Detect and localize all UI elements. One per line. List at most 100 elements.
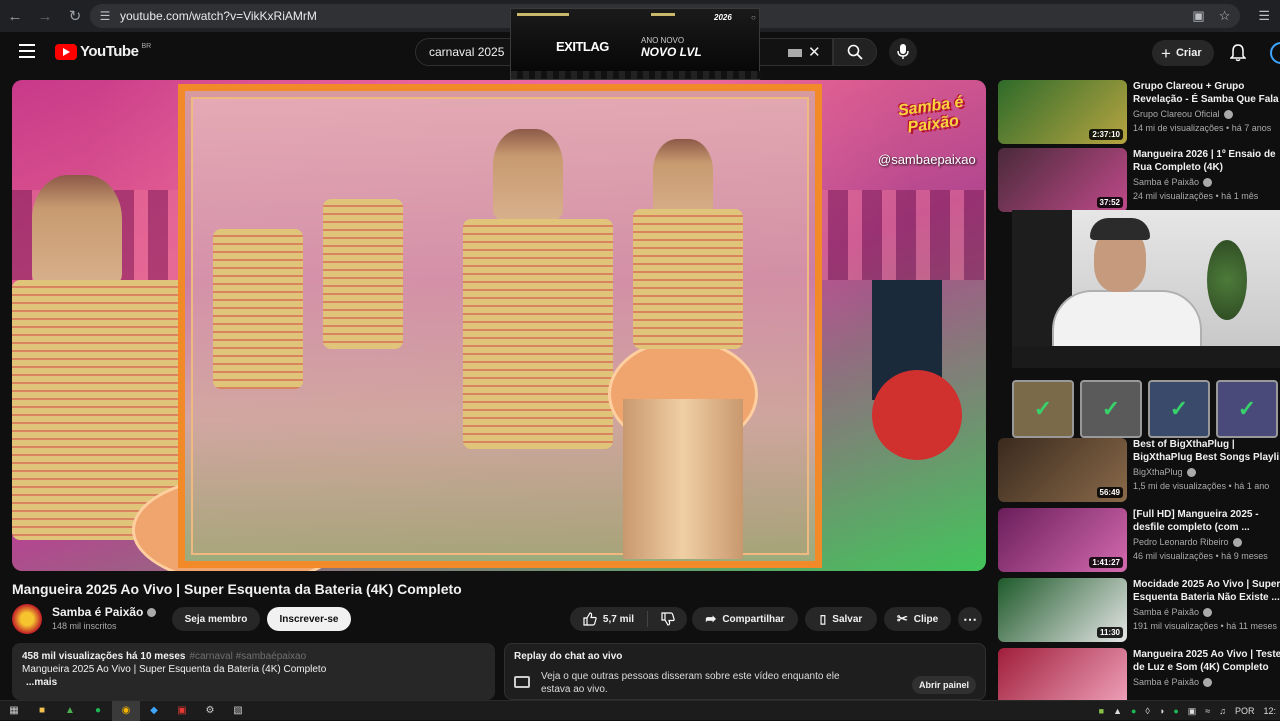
video-shirt xyxy=(633,209,743,349)
youtube-logo[interactable]: YouTube BR xyxy=(55,43,151,60)
app-icon[interactable]: ◆ xyxy=(140,701,168,721)
like-dislike-group: 5,7 mil xyxy=(570,607,687,631)
share-button[interactable]: ➦ Compartilhar xyxy=(692,607,798,631)
subscriber-count: 148 mil inscritos xyxy=(52,621,117,631)
save-button[interactable]: ▯ Salvar xyxy=(805,607,877,631)
recommendation-title[interactable]: Mangueira 2026 | 1º Ensaio de Rua Comple… xyxy=(1133,148,1280,174)
recommendation-card[interactable]: 1:41:27 [Full HD] Mangueira 2025 - desfil… xyxy=(998,508,1280,574)
overlay-tiles: ✓ ✓ ✓ ✓ xyxy=(1012,380,1280,438)
recommendation-title[interactable]: Grupo Clareou + Grupo Revelação - É Samb… xyxy=(1133,80,1280,106)
account-avatar[interactable] xyxy=(1270,42,1280,64)
app-icon[interactable]: ▲ xyxy=(56,701,84,721)
notifications-bell-icon[interactable] xyxy=(1229,44,1247,67)
recommendation-thumbnail[interactable]: 11:30 xyxy=(998,578,1127,642)
wifi-icon[interactable]: ≈ xyxy=(1205,706,1210,716)
dislike-button[interactable] xyxy=(648,612,687,626)
recommendation-channel-name[interactable]: Samba é Paixão xyxy=(1133,607,1199,617)
menu-icon[interactable] xyxy=(19,44,35,58)
channel-avatar[interactable] xyxy=(12,604,42,634)
description-tags[interactable]: #carnaval #sambaépaixao xyxy=(189,651,306,662)
tray-icon[interactable]: ● xyxy=(1173,706,1178,716)
voice-search-button[interactable] xyxy=(889,38,917,66)
chrome-icon[interactable]: ◉ xyxy=(112,700,140,721)
recommendation-card[interactable]: 37:52 Mangueira 2026 | 1º Ensaio de Rua C… xyxy=(998,148,1280,214)
recommendation-channel-name[interactable]: Samba é Paixão xyxy=(1133,677,1199,687)
channel-watermark: Samba é Paixão xyxy=(886,94,978,152)
app-icon[interactable]: ▧ xyxy=(224,701,252,721)
recommendation-channel-name[interactable]: Grupo Clareou Oficial xyxy=(1133,109,1220,119)
video-duration: 11:30 xyxy=(1096,627,1123,638)
recommendation-channel-name[interactable]: Samba é Paixão xyxy=(1133,177,1199,187)
recommendation-title[interactable]: Mocidade 2025 Ao Vivo | Super Esquenta B… xyxy=(1133,578,1280,604)
language-indicator[interactable]: POR xyxy=(1235,706,1255,716)
tray-icon[interactable]: ▣ xyxy=(1188,706,1197,717)
video-player[interactable]: Samba é Paixão @sambaepaixao xyxy=(12,80,986,571)
recommendation-channel[interactable]: Grupo Clareou Oficial xyxy=(1133,109,1233,120)
recommendation-thumbnail[interactable]: 1:41:27 xyxy=(998,508,1127,572)
tray-icon[interactable]: ◑ xyxy=(1159,706,1164,716)
recommendation-title[interactable]: [Full HD] Mangueira 2025 - desfile compl… xyxy=(1133,508,1280,534)
forward-arrow-icon[interactable]: → xyxy=(30,0,60,32)
side-panel-icon[interactable]: ☰ xyxy=(1258,8,1270,24)
windows-start-icon[interactable]: ▦ xyxy=(0,701,28,721)
join-button[interactable]: Seja membro xyxy=(172,607,260,631)
back-arrow-icon[interactable]: ← xyxy=(0,0,30,32)
ad-close-icon[interactable]: ○ xyxy=(751,13,756,22)
ad-line1: ANO NOVO xyxy=(641,36,685,45)
search-value[interactable]: carnaval 2025 xyxy=(429,45,504,59)
recommendation-channel[interactable]: Pedro Leonardo Ribeiro xyxy=(1133,537,1242,548)
recommendation-card[interactable]: 56:49 Best of BigXthaPlug | BigXthaPlug B… xyxy=(998,438,1280,504)
more-actions-button[interactable]: ⋯ xyxy=(958,607,982,631)
checkmark-tile: ✓ xyxy=(1148,380,1210,438)
chat-icon xyxy=(514,676,530,688)
recommendation-channel[interactable]: BigXthaPlug xyxy=(1133,467,1196,478)
ad-banner[interactable]: 2026 ○ EXITLAG ANO NOVO NOVO LVL xyxy=(510,8,761,80)
ad-stripe xyxy=(517,13,569,16)
create-button[interactable]: + Criar xyxy=(1152,40,1214,66)
tray-icon[interactable]: ◊ xyxy=(1145,706,1149,716)
spotify-icon[interactable]: ● xyxy=(84,701,112,721)
recommendation-card[interactable]: 11:30 Mocidade 2025 Ao Vivo | Super Esque… xyxy=(998,578,1280,644)
recommendation-thumbnail[interactable]: 2:37:10 xyxy=(998,80,1127,144)
description-box[interactable]: 458 mil visualizações há 10 meses #carnav… xyxy=(12,643,495,700)
recommendation-channel[interactable]: Samba é Paixão xyxy=(1133,677,1213,688)
clock[interactable]: 12: xyxy=(1263,706,1276,716)
recommendation-card[interactable]: 2:37:10 Grupo Clareou + Grupo Revelação -… xyxy=(998,80,1280,146)
clip-button[interactable]: ✂ Clipe xyxy=(884,607,951,631)
chat-replay-description: Veja o que outras pessoas disseram sobre… xyxy=(541,671,840,695)
url-text[interactable]: youtube.com/watch?v=VikKxRiAMrM xyxy=(120,9,317,23)
settings-icon[interactable]: ⚙ xyxy=(196,701,224,721)
ad-line2: NOVO LVL xyxy=(641,45,702,59)
description-more[interactable]: ...mais xyxy=(26,677,485,688)
recommendation-title[interactable]: Mangueira 2025 Ao Vivo | Teste de Luz e … xyxy=(1133,648,1280,674)
channel-name-text[interactable]: Samba é Paixão xyxy=(52,605,143,619)
keyboard-icon[interactable] xyxy=(788,49,802,57)
reload-icon[interactable]: ↻ xyxy=(60,0,90,32)
clear-search-icon[interactable]: ✕ xyxy=(808,43,821,61)
recommendation-meta: 191 mil visualizações • há 11 meses xyxy=(1133,621,1278,631)
recommendation-channel-name[interactable]: Pedro Leonardo Ribeiro xyxy=(1133,537,1229,547)
tray-icon[interactable]: ● xyxy=(1131,706,1136,716)
tray-icon[interactable]: ▲ xyxy=(1113,706,1122,716)
install-app-icon[interactable]: ▣ xyxy=(1192,8,1204,24)
recommendation-title[interactable]: Best of BigXthaPlug | BigXthaPlug Best S… xyxy=(1133,438,1280,464)
checkmark-tile: ✓ xyxy=(1216,380,1278,438)
verified-icon xyxy=(1203,178,1213,188)
recommendation-channel[interactable]: Samba é Paixão xyxy=(1133,177,1213,188)
recommendation-channel[interactable]: Samba é Paixão xyxy=(1133,607,1213,618)
tray-icon[interactable]: ■ xyxy=(1099,706,1104,716)
channel-name[interactable]: Samba é Paixão xyxy=(52,605,157,619)
recommendation-thumbnail[interactable]: 56:49 xyxy=(998,438,1127,502)
site-settings-icon[interactable]: ☰ xyxy=(90,9,120,23)
open-chat-button[interactable]: Abrir painel xyxy=(912,676,976,694)
recommendation-channel-name[interactable]: BigXthaPlug xyxy=(1133,467,1183,477)
bookmark-star-icon[interactable]: ☆ xyxy=(1219,8,1231,24)
search-button[interactable] xyxy=(833,38,877,66)
recommendation-thumbnail[interactable]: 37:52 xyxy=(998,148,1127,212)
video-duration: 2:37:10 xyxy=(1089,129,1123,140)
app-icon[interactable]: ▣ xyxy=(168,701,196,721)
volume-icon[interactable]: ♫ xyxy=(1219,706,1226,716)
like-button[interactable]: 5,7 mil xyxy=(570,611,648,627)
subscribe-button[interactable]: Inscrever-se xyxy=(267,607,351,631)
file-explorer-icon[interactable]: ■ xyxy=(28,701,56,721)
